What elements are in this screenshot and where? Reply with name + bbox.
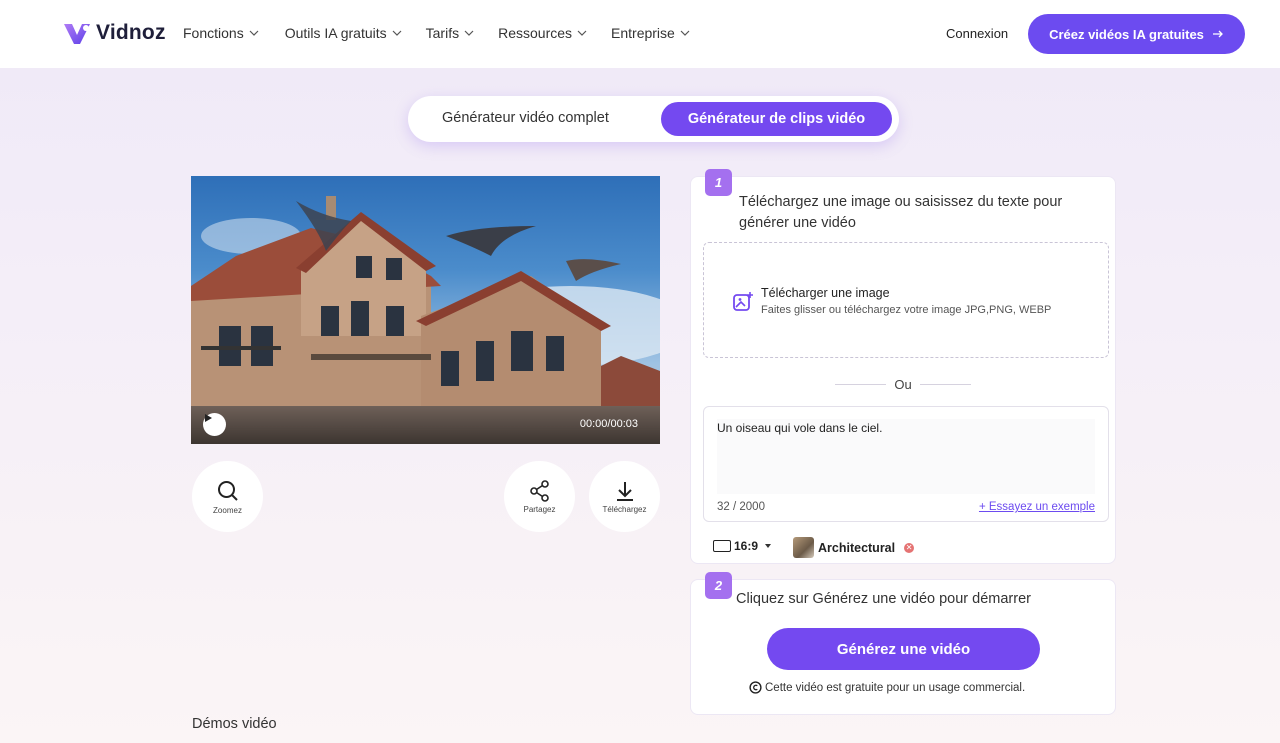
step-1-title: Téléchargez une image ou saisissez du te…	[739, 194, 1063, 231]
aspect-ratio-icon	[713, 540, 731, 552]
step-2-badge: 2	[705, 572, 732, 599]
video-timestamp: 00:00/00:03	[579, 418, 638, 430]
chevron-down-icon	[249, 30, 259, 36]
video-frame-illustration	[191, 196, 660, 444]
copyright-icon	[749, 681, 762, 694]
nav-item-ressources[interactable]: Ressources	[498, 25, 587, 41]
arrow-right-icon	[1212, 30, 1223, 38]
video-preview[interactable]: 00:00/00:03	[191, 176, 660, 444]
upload-title: Télécharger une image	[761, 286, 890, 300]
aspect-ratio-select[interactable]: 16:9	[713, 539, 775, 553]
generator-mode-toggle: Générateur vidéo complet Générateur de c…	[408, 96, 899, 142]
tab-full-video-generator[interactable]: Générateur vidéo complet	[442, 110, 609, 126]
cta-label: Créez vidéos IA gratuites	[1049, 26, 1204, 42]
nav-item-entreprise[interactable]: Entreprise	[611, 25, 690, 41]
play-button[interactable]	[203, 413, 226, 436]
image-upload-dropzone[interactable]: Télécharger une image Faites glisser ou …	[703, 242, 1109, 358]
style-thumbnail	[793, 537, 814, 558]
step-2-title: Cliquez sur Générez une vidéo pour démar…	[736, 591, 1031, 607]
style-name: Architectural	[818, 540, 896, 555]
share-icon	[529, 479, 549, 502]
download-label: Téléchargez	[602, 504, 647, 514]
nav-menu: Fonctions Outils IA gratuits Tarifs Ress…	[183, 25, 690, 41]
step-1-panel: 1 Téléchargez une image ou saisissez du …	[690, 169, 1116, 564]
style-selector[interactable]: Architectural ✕	[793, 537, 915, 558]
remove-style-icon[interactable]: ✕	[904, 542, 915, 553]
zoom-button[interactable]: Zoomez	[192, 461, 263, 532]
zoom-label: Zoomez	[213, 505, 242, 515]
nav-item-label: Fonctions	[183, 25, 244, 41]
step-2-panel: 2 Cliquez sur Générez une vidéo pour dém…	[690, 572, 1116, 715]
aspect-ratio-value: 16:9	[734, 539, 759, 553]
generate-video-button[interactable]: Générez une vidéo	[767, 628, 1040, 670]
commercial-use-note: Cette vidéo est gratuite pour un usage c…	[749, 681, 1025, 694]
chevron-down-icon	[464, 30, 474, 36]
chevron-down-icon	[680, 30, 690, 36]
caret-down-icon	[765, 544, 772, 548]
top-navbar: Vidnoz Fonctions Outils IA gratuits Tari…	[0, 0, 1280, 68]
image-add-icon	[733, 292, 753, 311]
video-demos-heading: Démos vidéo	[192, 716, 277, 732]
prompt-value: Un oiseau qui vole dans le ciel.	[717, 421, 883, 435]
character-counter: 32 / 2000	[717, 501, 765, 513]
chevron-down-icon	[577, 30, 587, 36]
divider-line	[835, 384, 887, 385]
nav-item-label: Entreprise	[611, 25, 675, 41]
try-example-link[interactable]: + Essayez un exemple	[979, 501, 1095, 513]
create-video-cta-button[interactable]: Créez vidéos IA gratuites	[1028, 14, 1245, 54]
logo-text: Vidnoz	[96, 21, 166, 44]
nav-item-outils[interactable]: Outils IA gratuits	[285, 25, 402, 41]
share-label: Partagez	[523, 504, 556, 514]
search-icon	[217, 480, 238, 501]
prompt-textarea[interactable]: Un oiseau qui vole dans le ciel. 32 / 20…	[703, 406, 1109, 522]
nav-item-label: Outils IA gratuits	[284, 25, 387, 41]
download-button[interactable]: Téléchargez	[589, 461, 660, 532]
download-icon	[616, 481, 633, 501]
nav-item-tarifs[interactable]: Tarifs	[426, 25, 474, 41]
nav-item-fonctions[interactable]: Fonctions	[183, 25, 259, 41]
nav-item-label: Ressources	[498, 25, 573, 41]
upload-subtitle: Faites glisser ou téléchargez votre imag…	[761, 304, 1052, 316]
login-link[interactable]: Connexion	[946, 26, 1008, 41]
logo-icon	[64, 24, 90, 44]
or-label: Ou	[894, 377, 912, 392]
step-1-badge: 1	[705, 169, 732, 196]
chevron-down-icon	[392, 30, 402, 36]
vidnoz-logo[interactable]: Vidnoz	[62, 18, 166, 48]
tab-clip-generator[interactable]: Générateur de clips vidéo	[661, 102, 892, 136]
share-button[interactable]: Partagez	[504, 461, 575, 532]
divider-line	[919, 384, 971, 385]
or-divider: Ou	[835, 377, 971, 392]
nav-item-label: Tarifs	[425, 25, 460, 41]
play-icon	[205, 414, 212, 422]
commercial-use-text: Cette vidéo est gratuite pour un usage c…	[765, 681, 1026, 694]
